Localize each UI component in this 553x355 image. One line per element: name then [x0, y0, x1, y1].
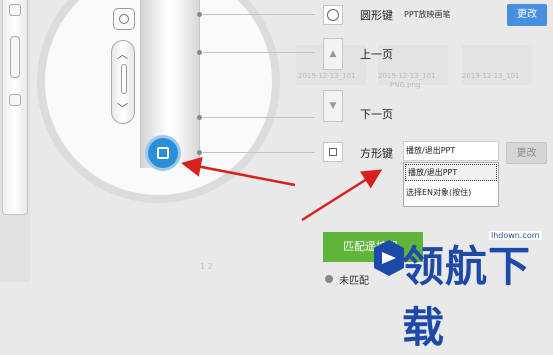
bg-thumbnail-caption: 2019-12-13_101 — [378, 72, 436, 80]
guide-dot — [197, 50, 202, 55]
circle-key-label: 圆形键 — [360, 9, 393, 22]
prev-page-label: 上一页 — [360, 48, 393, 61]
select-option[interactable]: 选择EN对象(按住) — [406, 187, 471, 198]
guide-line — [203, 117, 315, 118]
remote-thumbnail — [2, 0, 28, 215]
guide-dot — [197, 115, 202, 120]
status-radio-label: 未匹配 — [339, 276, 369, 287]
remote-thumb-top-button — [9, 4, 21, 16]
square-key-label: 方形键 — [360, 147, 393, 160]
prev-page-key-icon: ▲ — [323, 38, 343, 70]
chevron-down-icon: ﹀ — [117, 102, 128, 115]
bg-thumbnail-caption: 2019-12-13_101 — [298, 72, 356, 80]
select-option[interactable]: 播放/退出PPT — [405, 164, 497, 181]
bg-thumbnail-ext: PNG.png — [390, 81, 421, 89]
change-circle-key-button[interactable]: 更改 — [507, 4, 547, 26]
square-key-icon — [323, 142, 343, 162]
guide-line — [203, 14, 315, 15]
guide-line — [203, 152, 315, 153]
next-page-label: 下一页 — [360, 108, 393, 121]
faded-background-text: 1 2 — [200, 262, 213, 271]
guide-line — [203, 52, 315, 53]
remote-circle-button[interactable] — [113, 8, 135, 30]
circle-key-function: PPT放映画笔 — [404, 10, 451, 19]
remote-magnifier — [37, 0, 280, 203]
guide-dot — [197, 150, 202, 155]
watermark-url: lhdown.com — [489, 231, 542, 240]
circle-key-icon — [323, 5, 343, 25]
watermark-logo-icon — [374, 240, 404, 276]
next-page-key-icon: ▼ — [323, 90, 343, 122]
watermark-text: 领航下载 — [402, 242, 532, 352]
change-square-key-button[interactable]: 更改 — [506, 142, 547, 164]
bg-thumbnail-caption: 2019-12-13_101 — [462, 72, 520, 80]
guide-dot — [197, 12, 202, 17]
remote-thumb-rocker — [10, 36, 20, 78]
chevron-up-icon: ︿ — [117, 48, 128, 61]
rocker-grip — [121, 64, 127, 94]
remote-thumb-square-button — [9, 94, 21, 106]
remote-square-button-highlighted[interactable] — [148, 138, 178, 168]
select-value: 播放/退出PPT — [406, 146, 456, 155]
arrow-to-dropdown — [301, 169, 383, 222]
